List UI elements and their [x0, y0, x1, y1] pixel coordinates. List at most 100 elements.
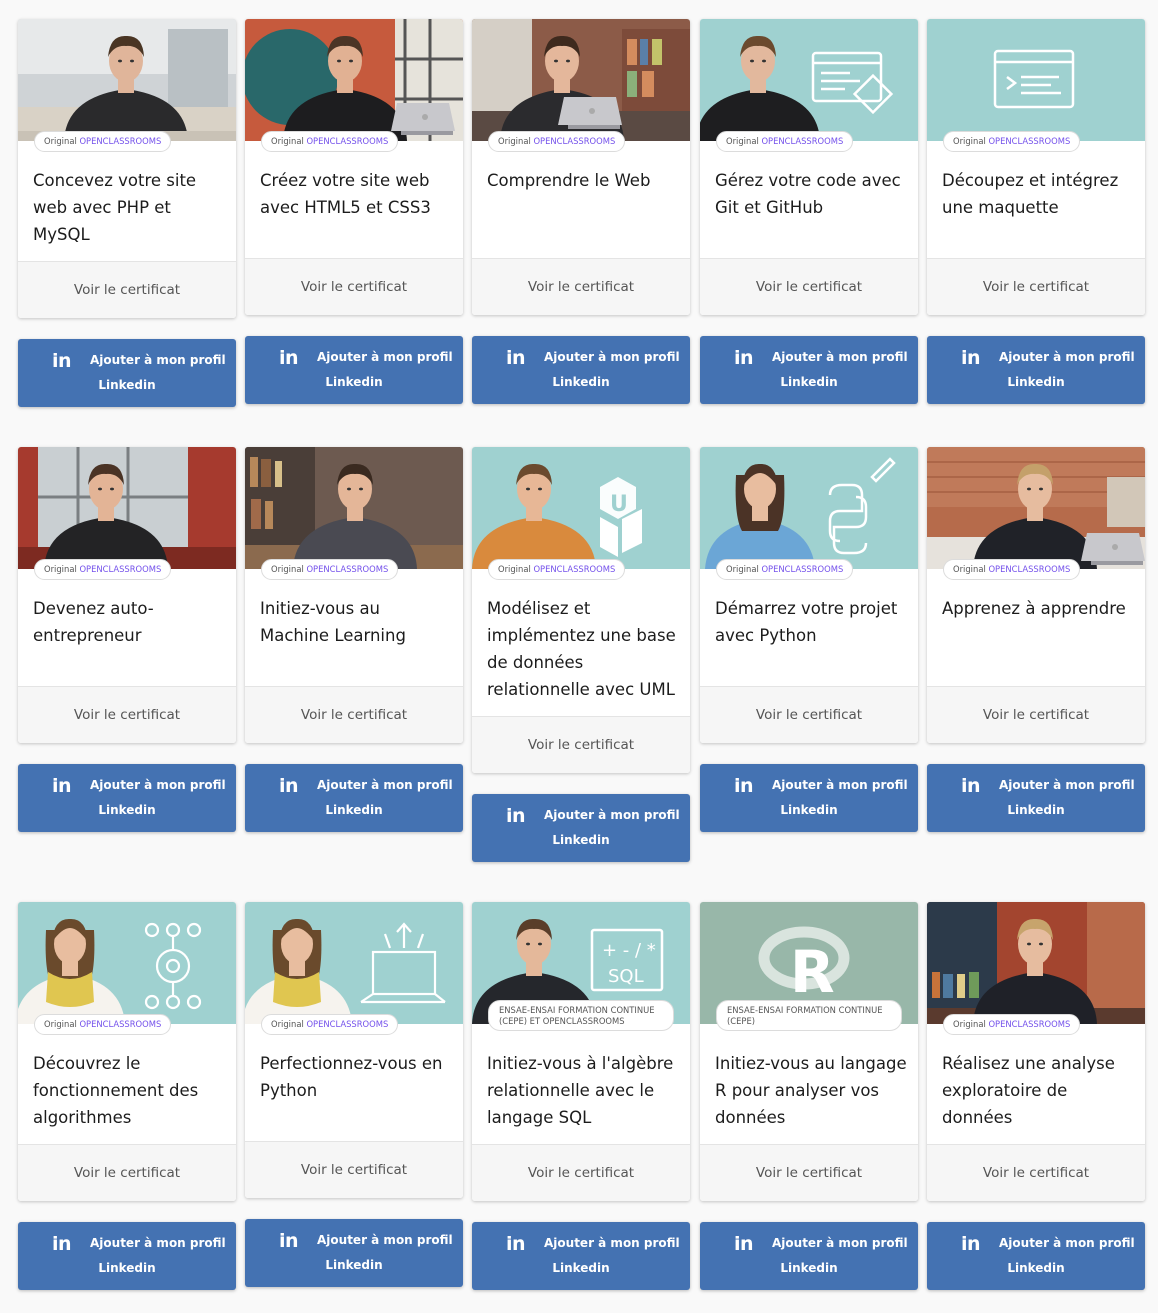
- course-card: Original OPENCLASSROOMS Concevez votre s…: [18, 19, 236, 318]
- linkedin-button-label: Ajouter à mon profil: [772, 350, 908, 364]
- view-certificate-button[interactable]: Voir le certificat: [472, 1144, 690, 1201]
- linkedin-icon: in: [734, 1233, 754, 1255]
- course-thumbnail: [18, 19, 236, 141]
- provider-badge: Original OPENCLASSROOMS: [34, 559, 172, 580]
- add-to-linkedin-button[interactable]: in Ajouter à mon profil Linkedin: [700, 1222, 918, 1290]
- provider-badge: ENSAE-ENSAI FORMATION CONTINUE (CEPE) ET…: [488, 1000, 674, 1031]
- course-card: Original OPENCLASSROOMS Initiez-vous au …: [245, 447, 463, 743]
- view-certificate-button[interactable]: Voir le certificat: [472, 716, 690, 773]
- linkedin-icon: in: [279, 775, 299, 797]
- linkedin-icon: in: [52, 350, 72, 372]
- view-certificate-button[interactable]: Voir le certificat: [472, 258, 690, 315]
- course-thumbnail: U: [472, 447, 690, 569]
- linkedin-button-sublabel: Linkedin: [98, 378, 156, 392]
- provider-badge: ENSAE-ENSAI FORMATION CONTINUE (CEPE): [716, 1000, 902, 1031]
- view-certificate-button[interactable]: Voir le certificat: [927, 686, 1145, 743]
- linkedin-icon: in: [279, 1230, 299, 1252]
- view-certificate-button[interactable]: Voir le certificat: [18, 261, 236, 318]
- linkedin-button-sublabel: Linkedin: [552, 375, 610, 389]
- linkedin-button-label: Ajouter à mon profil: [999, 1236, 1135, 1250]
- course-thumbnail: [927, 902, 1145, 1024]
- add-to-linkedin-button[interactable]: in Ajouter à mon profil Linkedin: [700, 764, 918, 832]
- view-certificate-button[interactable]: Voir le certificat: [700, 1144, 918, 1201]
- view-certificate-button[interactable]: Voir le certificat: [927, 1144, 1145, 1201]
- course-thumbnail: [18, 447, 236, 569]
- provider-badge: Original OPENCLASSROOMS: [943, 1014, 1081, 1035]
- linkedin-icon: in: [961, 775, 981, 797]
- provider-badge: Original OPENCLASSROOMS: [488, 559, 626, 580]
- course-card: Original OPENCLASSROOMS Démarrez votre p…: [700, 447, 918, 743]
- course-thumbnail: [18, 902, 236, 1024]
- add-to-linkedin-button[interactable]: in Ajouter à mon profil Linkedin: [927, 336, 1145, 404]
- linkedin-icon: in: [734, 347, 754, 369]
- add-to-linkedin-button[interactable]: in Ajouter à mon profil Linkedin: [18, 339, 236, 407]
- linkedin-button-label: Ajouter à mon profil: [90, 778, 226, 792]
- provider-badge: Original OPENCLASSROOMS: [34, 1014, 172, 1035]
- course-title: Réalisez une analyse exploratoire de don…: [942, 1054, 1115, 1127]
- linkedin-button-sublabel: Linkedin: [1007, 803, 1065, 817]
- add-to-linkedin-button[interactable]: in Ajouter à mon profil Linkedin: [700, 336, 918, 404]
- svg-text:U: U: [610, 492, 628, 517]
- course-title: Modélisez et implémentez une base de don…: [487, 599, 676, 699]
- course-card: Original OPENCLASSROOMS Apprenez à appre…: [927, 447, 1145, 743]
- add-to-linkedin-button[interactable]: in Ajouter à mon profil Linkedin: [18, 1222, 236, 1290]
- add-to-linkedin-button[interactable]: in Ajouter à mon profil Linkedin: [245, 1219, 463, 1287]
- provider-badge: Original OPENCLASSROOMS: [261, 131, 399, 152]
- linkedin-button-label: Ajouter à mon profil: [772, 778, 908, 792]
- course-card: Original OPENCLASSROOMS Gérez votre code…: [700, 19, 918, 315]
- course-thumbnail: [245, 447, 463, 569]
- view-certificate-button[interactable]: Voir le certificat: [245, 1141, 463, 1198]
- add-to-linkedin-button[interactable]: in Ajouter à mon profil Linkedin: [472, 336, 690, 404]
- course-title: Découvrez le fonctionnement des algorith…: [33, 1054, 199, 1127]
- linkedin-icon: in: [279, 347, 299, 369]
- provider-badge: Original OPENCLASSROOMS: [716, 131, 854, 152]
- provider-badge: Original OPENCLASSROOMS: [261, 1014, 399, 1035]
- linkedin-button-label: Ajouter à mon profil: [544, 350, 680, 364]
- provider-badge: Original OPENCLASSROOMS: [943, 131, 1081, 152]
- view-certificate-button[interactable]: Voir le certificat: [245, 686, 463, 743]
- course-title: Devenez auto-entrepreneur: [33, 599, 154, 645]
- linkedin-button-sublabel: Linkedin: [98, 1261, 156, 1275]
- add-to-linkedin-button[interactable]: in Ajouter à mon profil Linkedin: [472, 794, 690, 862]
- course-card: Original OPENCLASSROOMS Découvrez le fon…: [18, 902, 236, 1201]
- linkedin-button-sublabel: Linkedin: [552, 1261, 610, 1275]
- view-certificate-button[interactable]: Voir le certificat: [927, 258, 1145, 315]
- linkedin-icon: in: [961, 347, 981, 369]
- linkedin-button-label: Ajouter à mon profil: [317, 350, 453, 364]
- linkedin-button-sublabel: Linkedin: [325, 1258, 383, 1272]
- add-to-linkedin-button[interactable]: in Ajouter à mon profil Linkedin: [472, 1222, 690, 1290]
- view-certificate-button[interactable]: Voir le certificat: [18, 686, 236, 743]
- linkedin-icon: in: [506, 1233, 526, 1255]
- add-to-linkedin-button[interactable]: in Ajouter à mon profil Linkedin: [927, 764, 1145, 832]
- course-card: + - / * SQL ENSAE-ENSAI FORMATION CONTINU…: [472, 902, 690, 1201]
- add-to-linkedin-button[interactable]: in Ajouter à mon profil Linkedin: [18, 764, 236, 832]
- view-certificate-button[interactable]: Voir le certificat: [245, 258, 463, 315]
- linkedin-button-label: Ajouter à mon profil: [317, 1233, 453, 1247]
- course-thumbnail: [927, 447, 1145, 569]
- linkedin-button-label: Ajouter à mon profil: [317, 778, 453, 792]
- linkedin-icon: in: [506, 805, 526, 827]
- course-title: Concevez votre site web avec PHP et MySQ…: [33, 171, 197, 244]
- svg-text:+ - / *: + - / *: [602, 940, 656, 961]
- view-certificate-button[interactable]: Voir le certificat: [700, 258, 918, 315]
- add-to-linkedin-button[interactable]: in Ajouter à mon profil Linkedin: [927, 1222, 1145, 1290]
- view-certificate-button[interactable]: Voir le certificat: [700, 686, 918, 743]
- course-card: Original OPENCLASSROOMS Comprendre le We…: [472, 19, 690, 315]
- course-card: Original OPENCLASSROOMS Devenez auto-ent…: [18, 447, 236, 743]
- course-card: Original OPENCLASSROOMS Découpez et inté…: [927, 19, 1145, 315]
- provider-badge: Original OPENCLASSROOMS: [34, 131, 172, 152]
- linkedin-button-sublabel: Linkedin: [1007, 375, 1065, 389]
- linkedin-button-label: Ajouter à mon profil: [90, 1236, 226, 1250]
- svg-text:SQL: SQL: [608, 966, 644, 987]
- course-title: Créez votre site web avec HTML5 et CSS3: [260, 171, 431, 217]
- course-title: Initiez-vous au Machine Learning: [260, 599, 406, 645]
- add-to-linkedin-button[interactable]: in Ajouter à mon profil Linkedin: [245, 764, 463, 832]
- linkedin-icon: in: [506, 347, 526, 369]
- course-card: Original OPENCLASSROOMS Créez votre site…: [245, 19, 463, 315]
- add-to-linkedin-button[interactable]: in Ajouter à mon profil Linkedin: [245, 336, 463, 404]
- linkedin-icon: in: [961, 1233, 981, 1255]
- course-thumbnail: [472, 19, 690, 141]
- linkedin-button-label: Ajouter à mon profil: [772, 1236, 908, 1250]
- svg-text:R: R: [790, 938, 835, 1006]
- view-certificate-button[interactable]: Voir le certificat: [18, 1144, 236, 1201]
